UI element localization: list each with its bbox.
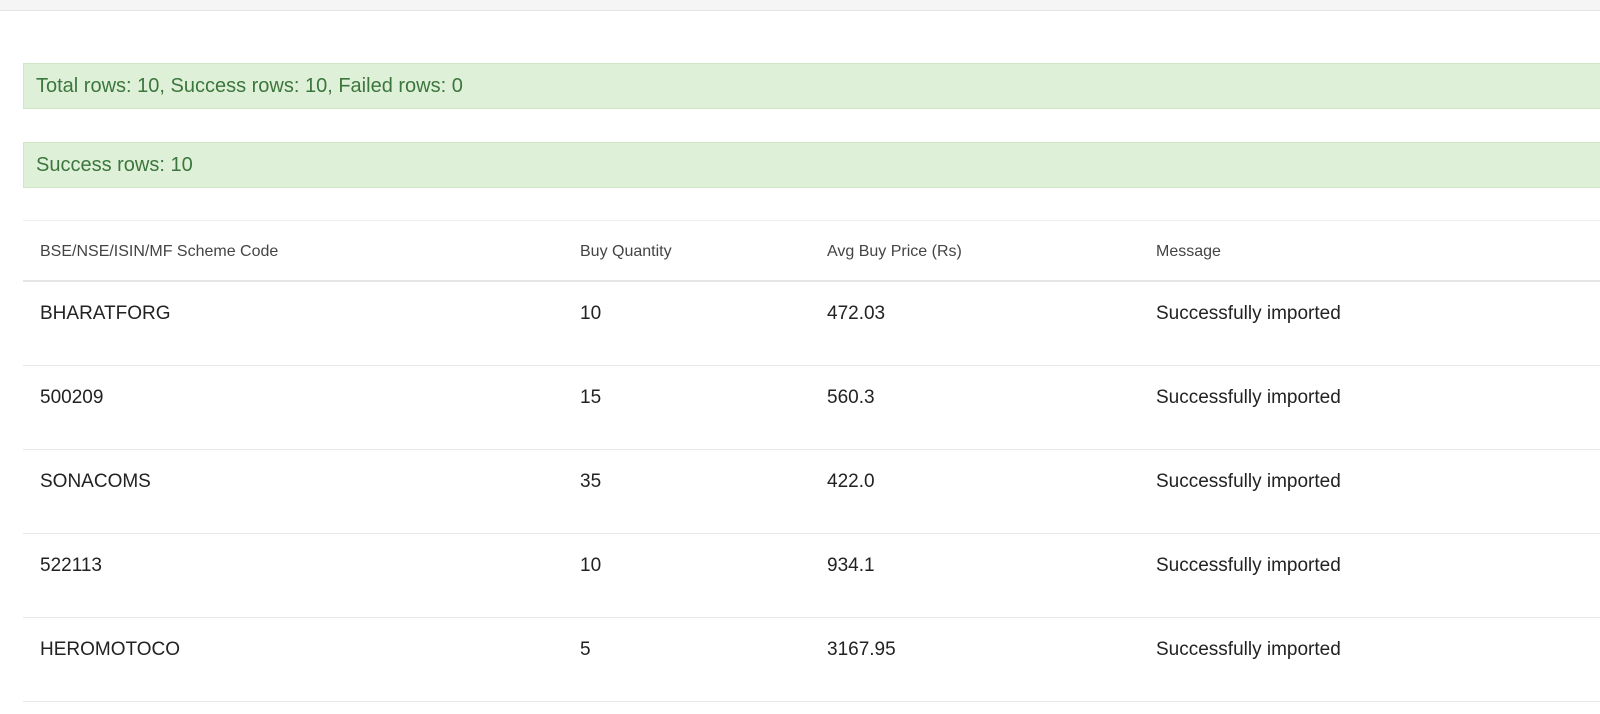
cell-scheme-code: HEROMOTOCO bbox=[40, 639, 181, 660]
header-avg-buy-price: Avg Buy Price (Rs) bbox=[827, 243, 962, 260]
import-results-table: BSE/NSE/ISIN/MF Scheme Code Buy Quantity… bbox=[23, 220, 1600, 702]
cell-buy-quantity: 10 bbox=[580, 555, 602, 576]
cell-buy-quantity: 15 bbox=[580, 387, 602, 408]
cell-avg-buy-price: 422.0 bbox=[827, 471, 875, 492]
cell-scheme-code: SONACOMS bbox=[40, 471, 151, 492]
cell-buy-quantity: 10 bbox=[580, 303, 602, 324]
cell-buy-quantity: 5 bbox=[580, 639, 591, 660]
table-header-row: BSE/NSE/ISIN/MF Scheme Code Buy Quantity… bbox=[23, 221, 1600, 282]
success-rows-text: Success rows: 10 bbox=[36, 154, 193, 176]
cell-buy-quantity: 35 bbox=[580, 471, 602, 492]
top-bar bbox=[0, 0, 1600, 11]
header-scheme-code: BSE/NSE/ISIN/MF Scheme Code bbox=[40, 243, 279, 260]
table-row: BHARATFORG 10 472.03 Successfully import… bbox=[23, 282, 1600, 366]
success-rows-alert: Success rows: 10 bbox=[23, 142, 1600, 188]
cell-message: Successfully imported bbox=[1156, 639, 1341, 660]
table-row: 522113 10 934.1 Successfully imported bbox=[23, 534, 1600, 618]
table-row: SONACOMS 35 422.0 Successfully imported bbox=[23, 450, 1600, 534]
table-row: HEROMOTOCO 5 3167.95 Successfully import… bbox=[23, 618, 1600, 702]
import-summary-text: Total rows: 10, Success rows: 10, Failed… bbox=[36, 75, 463, 97]
cell-message: Successfully imported bbox=[1156, 387, 1341, 408]
import-summary-alert: Total rows: 10, Success rows: 10, Failed… bbox=[23, 63, 1600, 109]
table-row: 500209 15 560.3 Successfully imported bbox=[23, 366, 1600, 450]
cell-scheme-code: 500209 bbox=[40, 387, 104, 408]
cell-message: Successfully imported bbox=[1156, 555, 1341, 576]
cell-avg-buy-price: 934.1 bbox=[827, 555, 875, 576]
header-message: Message bbox=[1156, 243, 1221, 260]
cell-avg-buy-price: 560.3 bbox=[827, 387, 875, 408]
cell-scheme-code: BHARATFORG bbox=[40, 303, 171, 324]
cell-message: Successfully imported bbox=[1156, 303, 1341, 324]
cell-scheme-code: 522113 bbox=[40, 555, 102, 576]
cell-avg-buy-price: 3167.95 bbox=[827, 639, 896, 660]
cell-message: Successfully imported bbox=[1156, 471, 1341, 492]
cell-avg-buy-price: 472.03 bbox=[827, 303, 886, 324]
header-buy-quantity: Buy Quantity bbox=[580, 243, 672, 260]
